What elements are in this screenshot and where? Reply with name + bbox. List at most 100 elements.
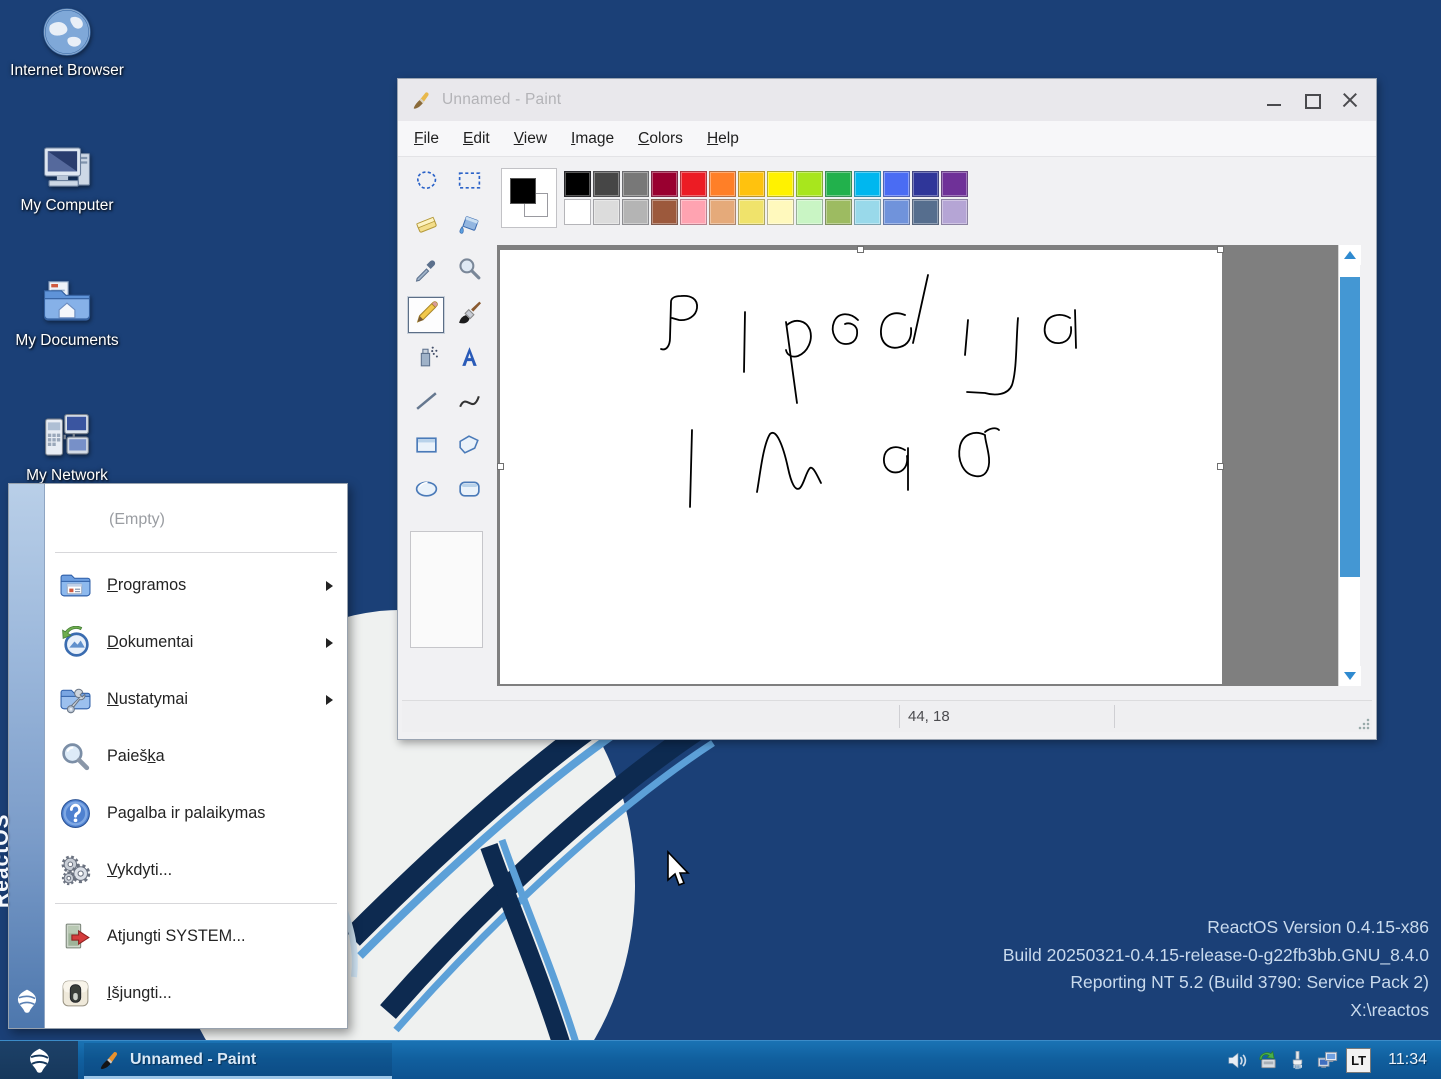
scroll-up-button[interactable] <box>1339 245 1361 265</box>
hardware-icon[interactable] <box>1256 1049 1279 1072</box>
maximize-button[interactable] <box>1304 92 1320 108</box>
desktop-icon-internet-browser[interactable]: Internet Browser <box>4 5 130 140</box>
tool-airbrush[interactable] <box>408 341 444 377</box>
version-line: ReactOS Version 0.4.15-x86 <box>1003 914 1429 942</box>
menu-file[interactable]: File <box>402 121 451 156</box>
palette-swatch-ffa3b1[interactable] <box>680 199 707 225</box>
paint-titlebar[interactable]: Unnamed - Paint <box>398 79 1376 121</box>
palette-swatch-99d9ea[interactable] <box>854 199 881 225</box>
network-icon[interactable] <box>1316 1049 1339 1072</box>
start-menu-item-pagalba-ir-palaikymas[interactable]: Pagalba ir palaikymas <box>45 785 347 842</box>
palette-swatch-4a6cf3[interactable] <box>883 171 910 197</box>
menu-help[interactable]: Help <box>695 121 751 156</box>
start-menu-item-atjungti-system[interactable]: Atjungti SYSTEM... <box>45 908 347 965</box>
desktop-icon-my-documents[interactable]: My Documents <box>4 275 130 410</box>
canvas-resize-handle-right[interactable] <box>1217 463 1224 470</box>
version-line: Build 20250321-0.4.15-release-0-g22fb3bb… <box>1003 942 1429 970</box>
palette-swatch-fff200[interactable] <box>767 171 794 197</box>
paint-window: Unnamed - Paint FileEditViewImageColorsH… <box>397 78 1377 740</box>
palette-swatch-ff7f27[interactable] <box>709 171 736 197</box>
tool-line[interactable] <box>408 385 444 421</box>
start-button[interactable] <box>0 1041 78 1079</box>
tool-text[interactable] <box>451 341 487 377</box>
palette-swatch-9dbb61[interactable] <box>825 199 852 225</box>
paint-icon <box>98 1049 120 1071</box>
tool-pencil[interactable] <box>408 297 444 333</box>
palette-swatch-fff9bd[interactable] <box>767 199 794 225</box>
scrollbar-thumb[interactable] <box>1340 277 1360 577</box>
palette-swatch-f0e36b[interactable] <box>738 199 765 225</box>
palette-swatch-b5a5d5[interactable] <box>941 199 968 225</box>
line-icon <box>413 387 440 419</box>
palette-swatch-2f3699[interactable] <box>912 171 939 197</box>
taskbar-clock[interactable]: 11:34 <box>1388 1051 1427 1069</box>
palette-swatch-ffc20e[interactable] <box>738 171 765 197</box>
vertical-scrollbar[interactable] <box>1338 245 1360 686</box>
taskbar-task-unnamed-paint[interactable]: Unnamed - Paint <box>84 1043 392 1079</box>
palette-swatch-e5aa7a[interactable] <box>709 199 736 225</box>
palette-swatch-464646[interactable] <box>593 171 620 197</box>
reactos-start-logo-icon <box>26 1047 53 1074</box>
canvas-resize-handle-top-right[interactable] <box>1217 246 1224 253</box>
tool-rectangle[interactable] <box>408 429 444 465</box>
minimize-button[interactable] <box>1266 92 1282 108</box>
palette-swatch-ffffff[interactable] <box>564 199 591 225</box>
palette-swatch-00b7ef[interactable] <box>854 171 881 197</box>
start-menu-item-label: Vykdyti... <box>107 861 172 880</box>
palette-swatch-000000[interactable] <box>564 171 591 197</box>
palette-swatch-b4b4b4[interactable] <box>622 199 649 225</box>
start-menu-item-paie-ka[interactable]: Paieška <box>45 728 347 785</box>
menu-edit[interactable]: Edit <box>451 121 502 156</box>
start-menu-item-i-jungti[interactable]: Išjungti... <box>45 965 347 1022</box>
desktop-icon-my-computer[interactable]: My Computer <box>4 140 130 275</box>
palette-swatch-787878[interactable] <box>622 171 649 197</box>
submenu-arrow-icon <box>326 581 333 591</box>
volume-icon[interactable] <box>1226 1049 1249 1072</box>
start-menu-item-vykdyti[interactable]: Vykdyti... <box>45 842 347 899</box>
resize-grip[interactable] <box>1358 718 1370 730</box>
keyboard-layout-indicator[interactable]: LT <box>1346 1048 1371 1073</box>
start-menu-items: (Empty) ProgramosDokumentaiNustatymaiPai… <box>45 484 347 1028</box>
tool-free-form-select[interactable] <box>408 165 444 201</box>
start-menu-item-label: Pagalba ir palaikymas <box>107 804 265 823</box>
tool-magnifier[interactable] <box>451 253 487 289</box>
paint-canvas[interactable] <box>500 250 1222 684</box>
tool-brush[interactable] <box>451 297 487 333</box>
menu-image[interactable]: Image <box>559 121 626 156</box>
tool-ellipse[interactable] <box>408 473 444 509</box>
selected-colors-box[interactable] <box>501 168 557 228</box>
menu-colors[interactable]: Colors <box>626 121 695 156</box>
tool-rectangle-select[interactable] <box>451 165 487 201</box>
palette-swatch-7093db[interactable] <box>883 199 910 225</box>
canvas-resize-handle-top[interactable] <box>857 246 864 253</box>
color-picker-icon <box>413 255 440 287</box>
palette-swatch-6f3198[interactable] <box>941 171 968 197</box>
palette-swatch-a8e61d[interactable] <box>796 171 823 197</box>
brush-tray-icon[interactable] <box>1286 1049 1309 1072</box>
task-label: Unnamed - Paint <box>130 1051 256 1069</box>
my-computer-icon <box>40 140 94 194</box>
palette-swatch-566e8e[interactable] <box>912 199 939 225</box>
palette-swatch-dcdcdc[interactable] <box>593 199 620 225</box>
palette-swatch-c9f5c4[interactable] <box>796 199 823 225</box>
scroll-down-button[interactable] <box>1339 666 1361 686</box>
tool-color-picker[interactable] <box>408 253 444 289</box>
menu-view[interactable]: View <box>502 121 559 156</box>
tool-rounded-rectangle[interactable] <box>451 473 487 509</box>
ellipse-icon <box>413 475 440 507</box>
foreground-color-swatch <box>510 178 536 204</box>
tool-options-box[interactable] <box>410 531 483 648</box>
close-button[interactable] <box>1342 92 1358 108</box>
palette-swatch-22b14c[interactable] <box>825 171 852 197</box>
start-menu-item-dokumentai[interactable]: Dokumentai <box>45 614 347 671</box>
tool-polygon[interactable] <box>451 429 487 465</box>
palette-swatch-9c593c[interactable] <box>651 199 678 225</box>
palette-swatch-ec1c24[interactable] <box>680 171 707 197</box>
tool-fill-with-color[interactable] <box>451 209 487 245</box>
start-menu-item-programos[interactable]: Programos <box>45 557 347 614</box>
start-menu-item-nustatymai[interactable]: Nustatymai <box>45 671 347 728</box>
tool-curve[interactable] <box>451 385 487 421</box>
tool-eraser[interactable] <box>408 209 444 245</box>
palette-swatch-990030[interactable] <box>651 171 678 197</box>
canvas-resize-handle-left[interactable] <box>497 463 504 470</box>
